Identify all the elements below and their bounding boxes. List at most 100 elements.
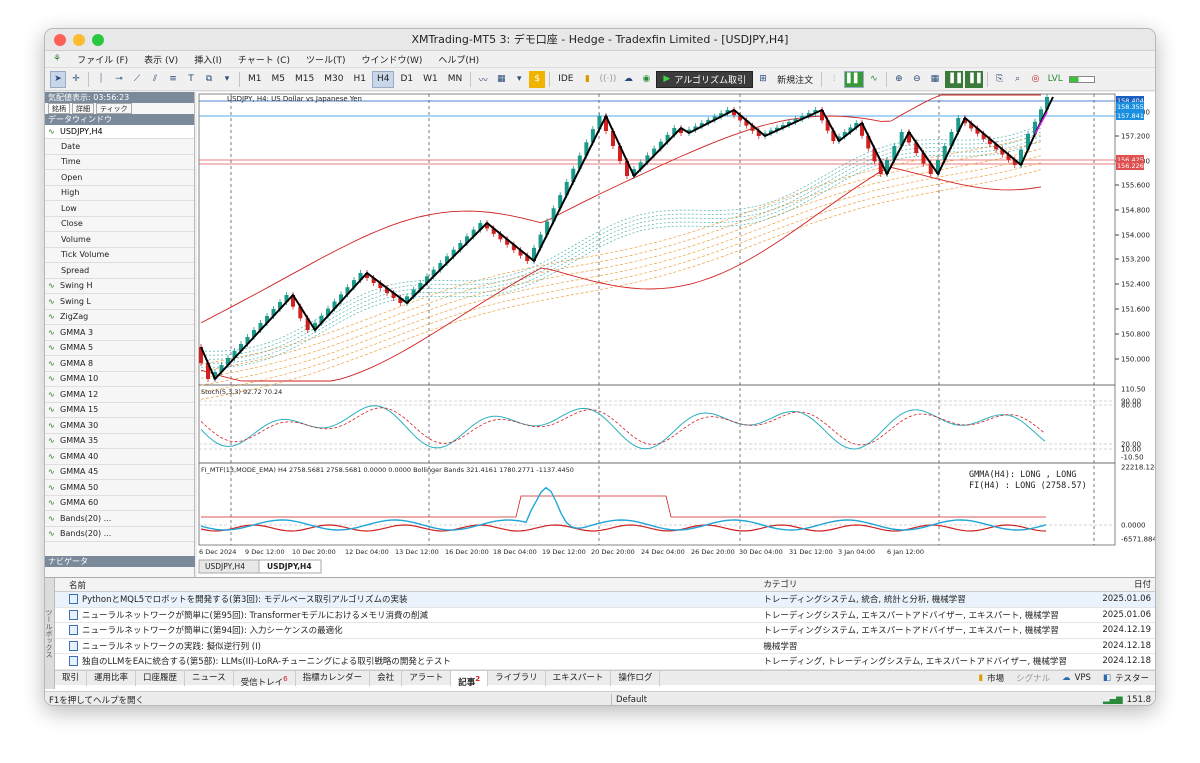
menu-chart[interactable]: チャート (C) xyxy=(230,53,298,66)
col-name[interactable]: 名前 xyxy=(55,578,759,591)
channel-icon[interactable]: ⫽ xyxy=(147,71,163,88)
timeframe-h1[interactable]: H1 xyxy=(349,71,370,88)
menu-view[interactable]: 表示 (V) xyxy=(136,53,186,66)
screenshot-icon[interactable]: ⎘ xyxy=(992,71,1008,88)
indicator-row[interactable]: ∿ Swing L xyxy=(45,294,194,310)
chart-type-icon[interactable]: ▦ xyxy=(493,71,509,88)
zoom-out-icon[interactable]: ⊖ xyxy=(909,71,925,88)
toolbox-tab[interactable]: 口座履歴 xyxy=(136,670,186,686)
menu-file[interactable]: ファイル (F) xyxy=(69,53,136,66)
col-date[interactable]: 日付 xyxy=(1079,578,1155,591)
tab-ticks[interactable]: ティック xyxy=(96,103,132,114)
timeframe-m15[interactable]: M15 xyxy=(291,71,318,88)
toolbox-tab[interactable]: アラート xyxy=(402,670,452,686)
indicator-row[interactable]: ∿ GMMA 8 xyxy=(45,356,194,372)
shapes-icon[interactable]: ⧉ xyxy=(201,71,217,88)
zoom-window-button[interactable] xyxy=(92,34,104,46)
new-order-button[interactable]: 新規注文 xyxy=(773,71,817,88)
algo-trading-button[interactable]: ▶ アルゴリズム取引 xyxy=(656,70,754,88)
horizontal-line-icon[interactable]: ⊸ xyxy=(111,71,127,88)
tab-details[interactable]: 詳細 xyxy=(72,103,94,114)
autoscroll-icon[interactable]: ▐▐ xyxy=(944,70,963,88)
table-row[interactable]: ニューラルネットワークの実践: 擬似逆行列 (I) 機械学習 2024.12.18 xyxy=(55,639,1155,654)
chevron-down-icon[interactable]: ▾ xyxy=(219,71,235,88)
bag-icon[interactable]: ▮ xyxy=(580,71,596,88)
indicator-row[interactable]: ∿ GMMA 5 xyxy=(45,341,194,356)
table-row[interactable]: PythonとMQL5でロボットを開発する(第3回): モデルベース取引アルゴリ… xyxy=(55,592,1155,608)
indicators-icon[interactable]: 〰 xyxy=(475,71,491,88)
minimize-window-button[interactable] xyxy=(73,34,85,46)
search-icon[interactable]: ⌕ xyxy=(1010,71,1026,88)
indicator-row[interactable]: ∿ GMMA 30 xyxy=(45,418,194,434)
toolbox-tab[interactable]: 指標カレンダー xyxy=(296,670,371,686)
ide-button[interactable]: IDE xyxy=(554,71,577,88)
indicator-row[interactable]: ∿ Bands(20) ... xyxy=(45,511,194,527)
indicator-row[interactable]: ∿ GMMA 12 xyxy=(45,387,194,403)
navigator-header[interactable]: ナビゲータ xyxy=(45,556,195,567)
candles-icon[interactable]: ▌▌ xyxy=(844,70,864,88)
indicator-row[interactable]: ∿ GMMA 10 xyxy=(45,372,194,387)
zoom-in-icon[interactable]: ⊕ xyxy=(891,71,907,88)
timeframe-h4[interactable]: H4 xyxy=(371,70,395,88)
indicator-row[interactable]: ∿ Bands(20) ... xyxy=(45,527,194,542)
market-watch-header[interactable]: 気配値表示: 03:56:23 xyxy=(45,92,194,103)
indicator-row[interactable]: ∿ ZigZag xyxy=(45,310,194,325)
indicator-row[interactable]: ∿ GMMA 40 xyxy=(45,449,194,465)
price-chart[interactable]: 158.000157.200156.400155.600154.800154.0… xyxy=(197,92,1156,577)
indicator-row[interactable]: ∿ GMMA 15 xyxy=(45,403,194,418)
fibo-icon[interactable]: ≡ xyxy=(165,71,181,88)
toolbox-tab[interactable]: ニュース xyxy=(185,670,234,686)
toolbox-tab[interactable]: 受信トレイ6 xyxy=(234,670,296,687)
vertical-line-icon[interactable]: ⏐ xyxy=(93,71,109,88)
chart-area[interactable]: 158.000157.200156.400155.600154.800154.0… xyxy=(197,92,1156,577)
timeframe-m30[interactable]: M30 xyxy=(320,71,347,88)
toolbox-tab[interactable]: 会社 xyxy=(370,670,403,686)
table-row[interactable]: ニューラルネットワークが簡単に(第94回): 入力シーケンスの最適化 トレーディン… xyxy=(55,623,1155,639)
chevron-down-icon[interactable]: ▾ xyxy=(511,71,527,88)
table-row[interactable]: ニューラルネットワークが簡単に(第95回): Transformerモデルにおけ… xyxy=(55,608,1155,623)
text-tool-icon[interactable]: T xyxy=(183,71,199,88)
timeframe-m1[interactable]: M1 xyxy=(244,71,266,88)
indicator-row[interactable]: ∿ GMMA 35 xyxy=(45,434,194,449)
timeframe-m5[interactable]: M5 xyxy=(268,71,290,88)
tab-signals[interactable]: シグナル xyxy=(1016,672,1050,684)
timeframe-mn[interactable]: MN xyxy=(444,71,467,88)
trend-line-icon[interactable]: ⟋ xyxy=(129,71,145,88)
toolbox-tab[interactable]: 記事2 xyxy=(451,670,489,687)
bar-chart-icon[interactable]: ⫶ xyxy=(826,71,842,88)
indicator-row[interactable]: ∿ GMMA 45 xyxy=(45,465,194,480)
tab-market[interactable]: 市場 xyxy=(987,672,1004,684)
indicator-row[interactable]: ∿ GMMA 60 xyxy=(45,496,194,511)
tab-tester[interactable]: テスター xyxy=(1115,672,1149,684)
timeframe-d1[interactable]: D1 xyxy=(396,71,417,88)
toolbox-tab[interactable]: 取引 xyxy=(55,670,88,686)
menu-window[interactable]: ウインドウ(W) xyxy=(353,53,430,66)
cursor-tool-icon[interactable]: ➤ xyxy=(50,70,66,88)
indicator-row[interactable]: ∿ Swing H xyxy=(45,279,194,294)
status-profile[interactable]: Default xyxy=(612,695,772,705)
plus-icon[interactable]: ⊞ xyxy=(755,71,771,88)
indicator-row[interactable]: ∿ GMMA 3 xyxy=(45,325,194,341)
menu-help[interactable]: ヘルプ(H) xyxy=(430,53,487,66)
grid-icon[interactable]: ▦ xyxy=(927,71,943,88)
menu-tools[interactable]: ツール(T) xyxy=(298,53,354,66)
tab-vps[interactable]: VPS xyxy=(1075,673,1091,683)
signal-icon[interactable]: ((·)) xyxy=(598,71,619,88)
col-category[interactable]: カテゴリ xyxy=(759,578,1079,591)
toolbox-tab[interactable]: 操作ログ xyxy=(611,670,661,686)
indicator-row[interactable]: ∿ GMMA 50 xyxy=(45,480,194,496)
close-window-button[interactable] xyxy=(54,34,66,46)
toolbox-tab[interactable]: 運用比率 xyxy=(87,670,137,686)
line-chart-icon[interactable]: ∿ xyxy=(866,71,882,88)
data-window-header[interactable]: データウィンドウ xyxy=(45,114,194,125)
toolbox-tab[interactable]: ライブラリ xyxy=(488,670,546,686)
cloud-icon[interactable]: ☁ xyxy=(620,71,636,88)
chart-shift-icon[interactable]: ▐▐ xyxy=(964,70,983,88)
tab-symbols[interactable]: 銘柄 xyxy=(48,103,70,114)
toolbox-tab[interactable]: エキスパート xyxy=(546,670,612,686)
table-row[interactable]: 独自のLLMをEAに統合する(第5部): LLMs(II)-LoRA-チューニン… xyxy=(55,654,1155,670)
account-icon[interactable]: ◎ xyxy=(1028,71,1044,88)
refresh-icon[interactable]: ◉ xyxy=(638,71,654,88)
menu-insert[interactable]: 挿入(I) xyxy=(186,53,230,66)
level-icon[interactable]: LVL xyxy=(1046,71,1065,88)
